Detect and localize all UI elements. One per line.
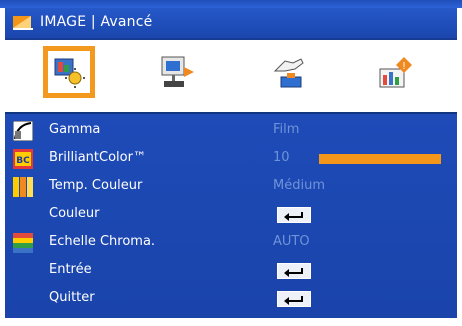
- exit-enter-button[interactable]: [277, 291, 311, 307]
- tab-image[interactable]: [43, 46, 95, 98]
- color-temperature-icon: [13, 177, 33, 197]
- top-border: [0, 0, 462, 8]
- brilliantcolor-icon: BC: [13, 149, 33, 169]
- page-title: IMAGE | Avancé: [40, 14, 153, 30]
- menu-item-gamma[interactable]: Gamma Film: [5, 120, 457, 142]
- brilliantcolor-label: BrilliantColor™: [49, 150, 146, 165]
- gamma-label: Gamma: [49, 122, 101, 137]
- tab-display[interactable]: [151, 46, 203, 98]
- tab-options[interactable]: !: [369, 46, 421, 98]
- brilliantcolor-slider[interactable]: [319, 154, 441, 164]
- setup-hand-icon: [273, 58, 304, 88]
- display-settings-icon: [161, 56, 194, 87]
- image-menu-icon: [13, 14, 33, 30]
- enter-arrow-icon: [284, 296, 303, 305]
- color-space-value[interactable]: AUTO: [273, 234, 310, 249]
- input-label: Entrée: [49, 262, 92, 277]
- title-bar: IMAGE | Avancé: [5, 8, 457, 40]
- tab-setup[interactable]: [263, 46, 315, 98]
- projector-osd-menu: IMAGE | Avancé ! Gamma Film BC Brilliant…: [0, 0, 462, 326]
- enter-arrow-icon: [284, 268, 303, 277]
- color-space-label: Echelle Chroma.: [49, 234, 156, 249]
- menu-item-color-space[interactable]: Echelle Chroma. AUTO: [5, 232, 457, 254]
- settings-panel: Gamma Film BC BrilliantColor™ 10 Temp. C…: [5, 112, 457, 320]
- brilliantcolor-value: 10: [273, 150, 290, 165]
- gamma-icon: [12, 120, 34, 142]
- exit-label: Quitter: [49, 290, 95, 305]
- color-enter-button[interactable]: [277, 207, 311, 223]
- bottom-border: [0, 318, 462, 326]
- color-label: Couleur: [49, 206, 100, 221]
- color-temperature-label: Temp. Couleur: [49, 178, 143, 193]
- menu-item-brilliantcolor[interactable]: BC BrilliantColor™ 10: [5, 148, 457, 170]
- brilliantcolor-slider-fill: [320, 155, 440, 163]
- gamma-value[interactable]: Film: [273, 122, 299, 137]
- menu-item-color[interactable]: Couleur: [5, 204, 457, 226]
- menu-tab-row: !: [5, 40, 457, 110]
- svg-text:!: !: [402, 61, 406, 72]
- svg-text:BC: BC: [16, 156, 30, 166]
- input-enter-button[interactable]: [277, 263, 311, 279]
- menu-item-input[interactable]: Entrée: [5, 260, 457, 282]
- options-info-icon: !: [379, 57, 412, 88]
- menu-item-color-temperature[interactable]: Temp. Couleur Médium: [5, 176, 457, 198]
- enter-arrow-icon: [284, 212, 303, 221]
- color-temperature-value[interactable]: Médium: [273, 178, 325, 193]
- image-settings-icon: [54, 58, 85, 88]
- color-space-icon: [13, 233, 33, 253]
- menu-item-exit[interactable]: Quitter: [5, 288, 457, 310]
